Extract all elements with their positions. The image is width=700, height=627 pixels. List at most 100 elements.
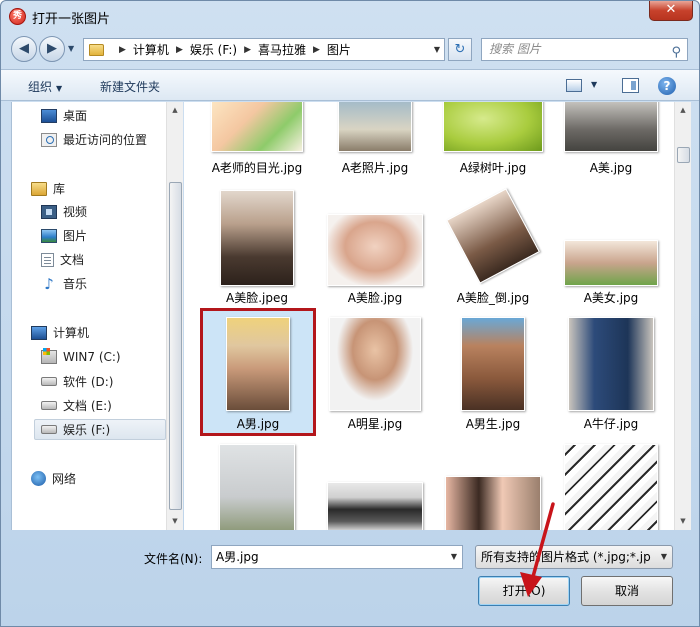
- change-view-icon[interactable]: [566, 79, 582, 92]
- navigation-pane: 桌面 最近访问的位置 库 视频 图片 文档 ♪ 音乐 计算机 WIN7 (C:)…: [11, 102, 183, 530]
- new-folder-button[interactable]: 新建文件夹: [100, 78, 160, 95]
- thumbnail-frame: [556, 440, 666, 530]
- file-item[interactable]: A牛仔.jpg: [556, 308, 672, 436]
- file-name: A美脸_倒.jpg: [456, 291, 530, 305]
- back-button[interactable]: ◀: [11, 36, 37, 62]
- nav-item-network[interactable]: 网络: [31, 468, 186, 489]
- nav-label: 最近访问的位置: [63, 133, 148, 147]
- breadcrumb-himalaya[interactable]: 喜马拉雅: [258, 41, 306, 58]
- thumbnail-frame: [438, 174, 548, 296]
- system-drive-icon: [41, 347, 57, 364]
- file-item-selected[interactable]: A男.jpg: [200, 308, 316, 436]
- file-item[interactable]: A绿树叶.jpg: [438, 102, 554, 175]
- file-item[interactable]: A男生.jpg: [438, 308, 554, 436]
- search-input[interactable]: 搜索 图片 ⚲: [481, 38, 688, 61]
- nav-item-computer[interactable]: 计算机: [31, 322, 186, 343]
- file-item[interactable]: A老师的目光.jpg: [202, 102, 318, 175]
- preview-pane-icon[interactable]: [622, 78, 639, 93]
- nav-label: 库: [53, 182, 66, 196]
- scroll-up-icon[interactable]: ▲: [675, 102, 691, 119]
- organize-label: 组织: [28, 80, 53, 94]
- meitu-app-icon: 秀: [9, 8, 26, 25]
- file-item[interactable]: [320, 440, 436, 530]
- file-list-scrollbar[interactable]: ▲ ▼: [674, 102, 691, 530]
- forward-button[interactable]: ▶: [39, 36, 65, 62]
- file-name: A美女.jpg: [583, 291, 639, 305]
- search-icon[interactable]: ⚲: [671, 42, 681, 63]
- thumbnail-frame: [320, 308, 430, 430]
- thumbnail-frame: [556, 308, 666, 430]
- navigation-scrollbar[interactable]: ▲ ▼: [166, 102, 183, 530]
- folder-icon: [89, 43, 104, 56]
- file-item[interactable]: [438, 440, 554, 530]
- photo-thumbnail: [564, 444, 658, 530]
- chevron-right-icon[interactable]: ▶: [244, 45, 251, 55]
- address-bar[interactable]: ▶ 计算机 ▶ 娱乐 (F:) ▶ 喜马拉雅 ▶ 图片 ▼: [83, 38, 445, 61]
- file-item[interactable]: A美脸.jpeg: [202, 174, 318, 305]
- file-item[interactable]: A老照片.jpg: [320, 102, 436, 175]
- music-icon: ♪: [44, 274, 54, 293]
- photo-thumbnail: [219, 444, 295, 530]
- title-bar[interactable]: 秀 打开一张图片 ✕: [1, 1, 699, 31]
- computer-icon: [31, 325, 47, 340]
- nav-label: 视频: [63, 205, 88, 219]
- chevron-down-icon[interactable]: ▼: [661, 546, 667, 568]
- open-button[interactable]: 打开(O): [478, 576, 570, 606]
- file-item[interactable]: A明星.jpg: [320, 308, 436, 436]
- thumbnail-frame: [438, 308, 548, 430]
- file-name-value: A男.jpg: [216, 550, 259, 564]
- photo-thumbnail: [445, 476, 541, 530]
- file-item[interactable]: A美女.jpg: [556, 174, 672, 305]
- photo-thumbnail: [568, 317, 654, 411]
- chevron-down-icon[interactable]: ▼: [451, 546, 457, 568]
- scroll-up-icon[interactable]: ▲: [167, 102, 183, 119]
- photo-thumbnail: [461, 317, 525, 411]
- address-dropdown-icon[interactable]: ▼: [434, 45, 440, 54]
- view-options-dropdown[interactable]: ▼: [591, 80, 597, 89]
- close-button[interactable]: ✕: [649, 1, 693, 21]
- file-name: A美脸.jpg: [347, 291, 403, 305]
- nav-item-library[interactable]: 库: [31, 178, 186, 199]
- file-name: A牛仔.jpg: [583, 417, 639, 431]
- file-item[interactable]: A美.jpg: [556, 102, 672, 175]
- photo-thumbnail: [226, 317, 290, 411]
- address-row: ◀ ▶ ▼ ▶ 计算机 ▶ 娱乐 (F:) ▶ 喜马拉雅 ▶ 图片 ▼ ↻ 搜索…: [1, 31, 699, 67]
- thumbnail-frame: [202, 440, 312, 530]
- file-item[interactable]: [202, 440, 318, 530]
- file-name-input[interactable]: A男.jpg ▼: [211, 545, 463, 569]
- file-item[interactable]: A美脸.jpg: [320, 174, 436, 305]
- scroll-thumb[interactable]: [677, 147, 690, 163]
- drive-icon: [41, 377, 57, 386]
- photo-thumbnail: [329, 317, 421, 411]
- nav-label: 桌面: [63, 109, 88, 123]
- chevron-right-icon[interactable]: ▶: [119, 45, 126, 55]
- cancel-button[interactable]: 取消: [581, 576, 673, 606]
- open-image-dialog: 秀 打开一张图片 ✕ ◀ ▶ ▼ ▶ 计算机 ▶ 娱乐 (F:) ▶ 喜马拉雅 …: [0, 0, 700, 627]
- photo-thumbnail: [564, 240, 658, 286]
- breadcrumb-drive-f[interactable]: 娱乐 (F:): [190, 41, 237, 58]
- photo-thumbnail: [211, 102, 303, 152]
- file-type-select[interactable]: 所有支持的图片格式 (*.jpg;*.jp ▼: [475, 545, 673, 569]
- nav-label: 文档 (E:): [63, 399, 112, 413]
- file-item[interactable]: [556, 440, 672, 530]
- nav-label: WIN7 (C:): [63, 349, 121, 364]
- thumbnail-frame: [438, 102, 548, 158]
- help-icon[interactable]: ?: [658, 77, 676, 95]
- organize-button[interactable]: 组织 ▼: [28, 78, 62, 95]
- chevron-right-icon[interactable]: ▶: [313, 45, 320, 55]
- scroll-down-icon[interactable]: ▼: [167, 513, 183, 530]
- breadcrumb-pictures[interactable]: 图片: [327, 41, 351, 58]
- photo-thumbnail: [327, 482, 423, 530]
- scroll-down-icon[interactable]: ▼: [675, 513, 691, 530]
- file-item[interactable]: A美脸_倒.jpg: [438, 174, 554, 305]
- scroll-thumb[interactable]: [169, 182, 182, 510]
- thumbnail-frame: [202, 102, 312, 158]
- nav-item-drive-f[interactable]: 娱乐 (F:): [34, 419, 166, 440]
- refresh-button[interactable]: ↻: [448, 38, 472, 61]
- chevron-down-icon: ▼: [56, 84, 63, 93]
- photo-thumbnail: [564, 102, 658, 152]
- recent-pages-dropdown[interactable]: ▼: [68, 44, 74, 53]
- chevron-right-icon[interactable]: ▶: [176, 45, 183, 55]
- breadcrumb-computer[interactable]: 计算机: [133, 41, 169, 58]
- thumbnail-frame: [320, 102, 430, 158]
